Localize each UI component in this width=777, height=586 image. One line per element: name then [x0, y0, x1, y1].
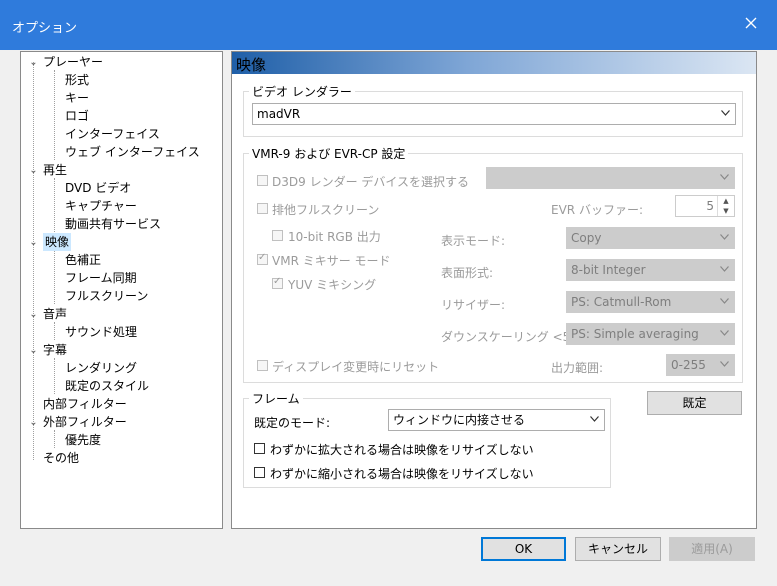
- tree-item-web-interface[interactable]: ウェブ インターフェイス: [65, 143, 200, 161]
- tree-branch-line: [54, 70, 55, 160]
- rgb10-label: 10-bit RGB 出力: [288, 230, 381, 244]
- tree-item-rendering[interactable]: レンダリング: [65, 359, 137, 377]
- spin-up-icon[interactable]: ▲: [717, 196, 734, 206]
- exclusive-fullscreen-label: 排他フルスクリーン: [272, 203, 380, 217]
- title-bar: オプション: [0, 0, 777, 50]
- reset-on-display-change-label: ディスプレイ変更時にリセット: [272, 360, 440, 374]
- tree-item-logo[interactable]: ロゴ: [65, 107, 89, 125]
- rgb10-checkbox[interactable]: [272, 230, 283, 241]
- options-tree[interactable]: ⌄ プレーヤー 形式 キー ロゴ インターフェイス ウェブ インターフェイス ⌄ 再…: [20, 51, 223, 529]
- page-title: 映像: [236, 56, 267, 74]
- spin-down-icon[interactable]: ▼: [717, 206, 734, 216]
- tree-item-format[interactable]: 形式: [65, 71, 89, 89]
- tree-branch-line: [54, 250, 55, 304]
- tree-item-dvd-video[interactable]: DVD ビデオ: [65, 179, 131, 197]
- tree-item-fullscreen[interactable]: フルスクリーン: [65, 287, 148, 305]
- tree-branch-line: [54, 430, 55, 448]
- renderer-group-legend: ビデオ レンダラー: [249, 83, 355, 100]
- tree-item-video-label: 映像: [43, 233, 72, 251]
- frame-group-legend: フレーム: [249, 390, 303, 407]
- chevron-down-icon[interactable]: ⌄: [29, 418, 38, 428]
- vmr-settings-legend: VMR-9 および EVR-CP 設定: [249, 145, 409, 162]
- tree-item-default-style[interactable]: 既定のスタイル: [65, 377, 149, 395]
- output-range-label: 出力範囲:: [551, 361, 604, 375]
- tree-item-interface[interactable]: インターフェイス: [65, 125, 160, 143]
- tree-item-misc[interactable]: その他: [43, 449, 79, 467]
- tree-item-internal-filters[interactable]: 内部フィルター: [43, 395, 127, 413]
- chevron-down-icon: [720, 174, 729, 180]
- resizer-select[interactable]: PS: Catmull-Rom: [566, 291, 735, 313]
- no-resize-shrink-checkbox[interactable]: [254, 467, 265, 478]
- evr-buffer-value: 5: [706, 199, 714, 213]
- output-range-select[interactable]: 0-255: [666, 354, 735, 376]
- display-mode-select[interactable]: Copy: [566, 227, 735, 249]
- d3d9-device-select[interactable]: [486, 167, 735, 189]
- default-mode-select[interactable]: ウィンドウに内接させる: [388, 409, 605, 431]
- chevron-down-icon: [720, 330, 729, 336]
- resizer-label: リサイザー:: [441, 298, 506, 312]
- tree-root-line: [33, 62, 34, 460]
- tree-item-keys[interactable]: キー: [65, 89, 89, 107]
- reset-on-display-change-checkbox[interactable]: [257, 360, 268, 371]
- ok-button[interactable]: OK: [481, 537, 566, 561]
- default-button[interactable]: 既定: [647, 391, 742, 415]
- tree-branch-line: [54, 178, 55, 232]
- no-resize-enlarge-label: わずかに拡大される場合は映像をリサイズしない: [270, 443, 534, 457]
- tree-item-video-sharing[interactable]: 動画共有サービス: [65, 215, 161, 233]
- chevron-down-icon: [720, 266, 729, 272]
- vmr-mixer-label: VMR ミキサー モード: [272, 254, 391, 268]
- tree-item-priority[interactable]: 優先度: [65, 431, 101, 449]
- default-mode-label: 既定のモード:: [254, 416, 331, 430]
- yuv-mixing-checkbox[interactable]: ✓: [272, 276, 283, 289]
- vmr-mixer-checkbox[interactable]: ✓: [257, 252, 268, 265]
- yuv-mixing-label: YUV ミキシング: [288, 278, 377, 292]
- apply-button[interactable]: 適用(A): [669, 537, 755, 561]
- chevron-down-icon: [720, 298, 729, 304]
- chevron-down-icon: [590, 416, 599, 422]
- tree-item-sound-processing[interactable]: サウンド処理: [65, 323, 137, 341]
- chevron-down-icon: [720, 361, 729, 367]
- cancel-button[interactable]: キャンセル: [575, 537, 661, 561]
- tree-branch-line: [54, 358, 55, 394]
- chevron-down-icon: [721, 110, 730, 116]
- checkmark-icon: ✓: [273, 276, 282, 287]
- tree-item-capture[interactable]: キャプチャー: [65, 197, 137, 215]
- window-title: オプション: [12, 21, 78, 36]
- checkmark-icon: ✓: [258, 252, 267, 263]
- tree-branch-line: [54, 322, 55, 340]
- tree-item-frame-sync[interactable]: フレーム同期: [65, 269, 137, 287]
- video-renderer-select[interactable]: madVR: [252, 103, 736, 125]
- evr-buffer-spinner[interactable]: 5 ▲ ▼: [675, 195, 735, 217]
- tree-item-color-correction[interactable]: 色補正: [65, 251, 101, 269]
- chevron-down-icon[interactable]: ⌄: [29, 166, 38, 176]
- chevron-down-icon[interactable]: ⌄: [29, 58, 38, 68]
- page-header: 映像: [232, 52, 756, 74]
- chevron-down-icon: [720, 234, 729, 240]
- d3d9-device-checkbox[interactable]: [257, 175, 268, 186]
- chevron-down-icon[interactable]: ⌄: [29, 346, 38, 356]
- evr-buffer-label: EVR バッファー:: [551, 203, 643, 217]
- display-mode-label: 表示モード:: [441, 234, 506, 248]
- no-resize-enlarge-checkbox[interactable]: [254, 443, 265, 454]
- settings-page: 映像 ビデオ レンダラー madVR VMR-9 および EVR-CP 設定 D…: [231, 51, 757, 529]
- exclusive-fullscreen-checkbox[interactable]: [257, 203, 268, 214]
- surface-format-select[interactable]: 8-bit Integer: [566, 259, 735, 281]
- downscale-select[interactable]: PS: Simple averaging: [566, 323, 735, 345]
- close-icon[interactable]: [741, 13, 761, 33]
- no-resize-shrink-label: わずかに縮小される場合は映像をリサイズしない: [270, 467, 534, 481]
- surface-format-label: 表面形式:: [441, 266, 494, 280]
- d3d9-device-label: D3D9 レンダー デバイスを選択する: [272, 175, 470, 189]
- chevron-down-icon[interactable]: ⌄: [29, 310, 38, 320]
- chevron-down-icon[interactable]: ⌄: [29, 238, 38, 248]
